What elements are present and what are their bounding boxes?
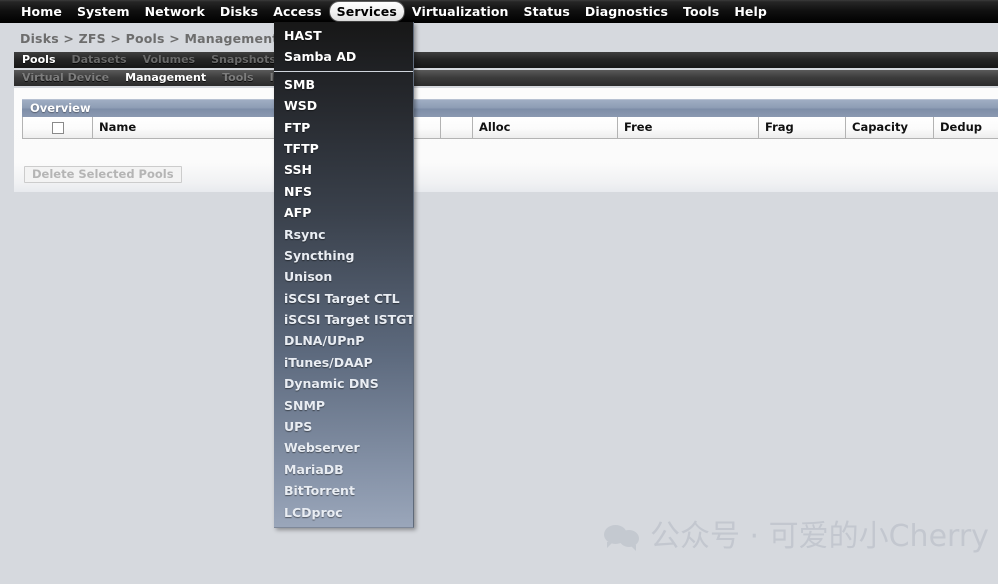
tab-volumes[interactable]: Volumes [135,52,204,68]
menu-separator [274,71,413,72]
tab-virtual-device[interactable]: Virtual Device [14,70,117,86]
menu-option-afp[interactable]: AFP [274,202,413,223]
menu-option-nfs[interactable]: NFS [274,181,413,202]
menu-option-hast[interactable]: HAST [274,25,413,46]
menu-option-syncthing[interactable]: Syncthing [274,245,413,266]
menu-option-rsync[interactable]: Rsync [274,224,413,245]
menu-option-ups[interactable]: UPS [274,416,413,437]
breadcrumb: Disks > ZFS > Pools > Management [20,31,278,46]
tab-strip-primary: Pools Datasets Volumes Snapshots Schedul… [14,52,998,68]
menu-option-ssh[interactable]: SSH [274,159,413,180]
wechat-icon [604,522,640,552]
menu-option-smb[interactable]: SMB [274,74,413,95]
tab-snapshots[interactable]: Snapshots [203,52,284,68]
select-all-checkbox[interactable] [52,122,64,134]
menu-option-dlna-upnp[interactable]: DLNA/UPnP [274,330,413,351]
section-header-overview: Overview [22,99,998,117]
column-header-free[interactable]: Free [618,117,759,138]
menu-item-access[interactable]: Access [266,2,328,21]
menu-option-webserver[interactable]: Webserver [274,437,413,458]
watermark-text: 公众号 · 可爱的小Cherry [650,520,989,554]
menu-option-dynamic-dns[interactable]: Dynamic DNS [274,373,413,394]
menu-option-iscsi-target-istgt[interactable]: iSCSI Target ISTGT [274,309,413,330]
tab-strip-secondary: Virtual Device Management Tools Informat… [14,70,998,86]
menu-option-itunes-daap[interactable]: iTunes/DAAP [274,352,413,373]
menu-item-status[interactable]: Status [517,2,577,21]
screen-root: Home System Network Disks Access Service… [0,0,998,584]
tab-management[interactable]: Management [117,70,214,86]
menu-option-wsd[interactable]: WSD [274,95,413,116]
main-menu-bar: Home System Network Disks Access Service… [0,0,998,23]
menu-option-snmp[interactable]: SNMP [274,395,413,416]
menu-option-tftp[interactable]: TFTP [274,138,413,159]
column-header-dedup[interactable]: Dedup [934,117,998,138]
watermark: 公众号 · 可爱的小Cherry [604,520,989,554]
tab-pools[interactable]: Pools [14,52,64,68]
column-header-alloc[interactable]: Alloc [473,117,618,138]
menu-option-mariadb[interactable]: MariaDB [274,459,413,480]
tab-tools[interactable]: Tools [214,70,261,86]
delete-selected-pools-button[interactable]: Delete Selected Pools [24,166,182,183]
menu-option-unison[interactable]: Unison [274,266,413,287]
menu-option-ftp[interactable]: FTP [274,117,413,138]
menu-option-samba-ad[interactable]: Samba AD [274,46,413,67]
menu-item-services[interactable]: Services [330,2,404,21]
menu-item-diagnostics[interactable]: Diagnostics [578,2,675,21]
menu-item-help[interactable]: Help [727,2,774,21]
column-header-frag[interactable]: Frag [759,117,846,138]
column-header-select [23,117,93,138]
services-dropdown-menu: HAST Samba AD SMB WSD FTP TFTP SSH NFS A… [274,22,414,528]
column-header-capacity[interactable]: Capacity [846,117,934,138]
wechat-bubble-small [619,530,639,547]
menu-item-home[interactable]: Home [14,2,69,21]
menu-item-system[interactable]: System [70,2,137,21]
menu-option-lcdproc[interactable]: LCDproc [274,502,413,523]
menu-item-tools[interactable]: Tools [676,2,726,21]
menu-item-disks[interactable]: Disks [213,2,265,21]
menu-item-network[interactable]: Network [138,2,212,21]
pools-table: Name Alloc Free Frag Capacity Dedup [22,117,998,139]
pools-table-header-row: Name Alloc Free Frag Capacity Dedup [23,117,998,138]
tab-datasets[interactable]: Datasets [64,52,135,68]
menu-option-bittorrent[interactable]: BitTorrent [274,480,413,501]
column-header-size[interactable] [441,117,473,138]
menu-item-virtualization[interactable]: Virtualization [405,2,516,21]
menu-option-iscsi-target-ctl[interactable]: iSCSI Target CTL [274,288,413,309]
